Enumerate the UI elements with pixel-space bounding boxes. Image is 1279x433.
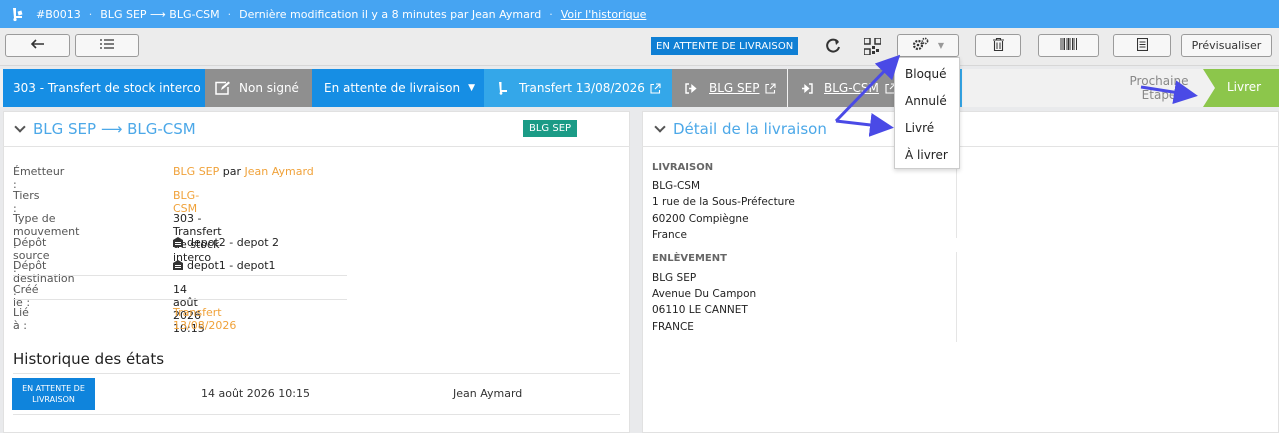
- history-user: Jean Aymard: [453, 387, 523, 400]
- menu-item-blocked[interactable]: Bloqué: [905, 67, 947, 81]
- pickup-name-link[interactable]: BLG SEP: [652, 272, 696, 284]
- toolbar: EN ATTENTE DE LIVRAISON ▼ Prévisualiser: [0, 28, 1279, 66]
- divider: [13, 299, 347, 300]
- preview-button[interactable]: Prévisualiser: [1181, 34, 1272, 57]
- emitter-org-link[interactable]: BLG SEP: [173, 165, 219, 178]
- truck-icon: [10, 6, 26, 22]
- divider: [13, 414, 620, 415]
- deliver-button[interactable]: Livrer: [1203, 69, 1279, 107]
- panel-title: Détail de la livraison: [673, 120, 827, 138]
- document-icon: [1136, 37, 1148, 54]
- state-dropdown[interactable]: En attente de livraison ▼: [312, 69, 484, 107]
- gears-icon: [912, 37, 934, 54]
- warehouse-icon: [173, 260, 183, 270]
- signature-label: Non signé: [239, 81, 299, 95]
- top-bar: #B0013 · BLG SEP ⟶ BLG-CSM · Dernière mo…: [0, 0, 1279, 28]
- history-date: 14 août 2026 10:15: [201, 387, 310, 400]
- field-value: depot2 - depot 2: [173, 236, 279, 249]
- emitter-person-link[interactable]: Jean Aymard: [245, 165, 314, 178]
- external-link-icon: [765, 82, 777, 94]
- field-label: Lié à :: [13, 306, 29, 332]
- pickup-address-line: 06110 LE CANNET: [652, 304, 748, 316]
- settings-dropdown-button[interactable]: ▼: [897, 34, 959, 57]
- site-badge: BLG SEP: [523, 120, 578, 137]
- divider: [13, 275, 347, 276]
- barcode-icon: [1060, 38, 1078, 53]
- destination-depot-value: depot1 - depot1: [187, 259, 276, 272]
- document-route: BLG SEP ⟶ BLG-CSM: [100, 7, 220, 21]
- caret-down-icon: ▼: [937, 41, 945, 50]
- list-button[interactable]: [75, 34, 139, 57]
- by-text: par: [222, 165, 242, 178]
- divider: [3, 146, 630, 147]
- linked-transfer-segment[interactable]: Transfert 13/08/2026: [484, 69, 672, 107]
- divider: [956, 252, 957, 342]
- separator: ·: [227, 7, 232, 21]
- source-site-segment[interactable]: BLG SEP: [672, 69, 787, 107]
- menu-item-delivered[interactable]: Livré: [905, 121, 934, 135]
- delivery-address-line: France: [652, 229, 687, 241]
- state-label: En attente de livraison: [324, 81, 461, 95]
- delivery-heading: LIVRAISON: [652, 162, 714, 173]
- pickup-address-line: FRANCE: [652, 321, 694, 333]
- divider: [13, 373, 620, 374]
- history-link[interactable]: Voir l'historique: [561, 8, 647, 21]
- delivery-address-line: 1 rue de la Sous-Préfecture: [652, 196, 795, 208]
- trash-icon: [992, 37, 1004, 54]
- separator: ·: [88, 7, 93, 21]
- field-value: BLG SEP par Jean Aymard: [173, 165, 314, 178]
- document-button[interactable]: [1113, 34, 1171, 57]
- refresh-icon[interactable]: [823, 36, 843, 56]
- transfer-label: Transfert 13/08/2026: [519, 81, 645, 95]
- menu-item-cancelled[interactable]: Annulé: [905, 94, 947, 108]
- linked-transfer-link[interactable]: Transfert 13/08/2026: [173, 306, 236, 332]
- destination-site-label: BLG-CSM: [824, 81, 879, 95]
- external-link-icon: [650, 82, 661, 94]
- status-badge: EN ATTENTE DE LIVRAISON: [651, 37, 799, 55]
- delivery-detail-panel: [642, 111, 1279, 433]
- settings-dropdown-menu: Bloqué Annulé Livré À livrer: [894, 57, 960, 169]
- back-button[interactable]: [5, 34, 70, 57]
- document-type-segment: 303 - Transfert de stock interco: [3, 69, 205, 107]
- field-value: depot1 - depot1: [173, 259, 276, 272]
- qr-code-icon[interactable]: [862, 36, 882, 56]
- delivery-address-line: 60200 Compiègne: [652, 213, 749, 225]
- deliver-button-label: Livrer: [1227, 80, 1262, 94]
- source-depot-value: depot2 - depot 2: [187, 236, 280, 249]
- destination-site-segment[interactable]: BLG-CSM: [788, 69, 896, 107]
- caret-down-icon: ▼: [468, 83, 475, 93]
- source-site-label: BLG SEP: [709, 81, 760, 95]
- history-state-badge: EN ATTENTE DE LIVRAISON: [12, 378, 95, 410]
- pickup-heading: ENLÈVEMENT: [652, 253, 727, 264]
- divider: [642, 146, 1279, 147]
- panel-title: BLG SEP ⟶ BLG-CSM: [33, 120, 196, 138]
- sign-out-icon: [685, 82, 697, 94]
- list-icon: [100, 39, 114, 52]
- pickup-address-line: Avenue Du Campon: [652, 288, 757, 300]
- field-label: Émetteur :: [13, 165, 65, 191]
- panel-header[interactable]: BLG SEP ⟶ BLG-CSM: [14, 120, 196, 138]
- transfer-info-panel: [3, 111, 630, 433]
- chevron-down-icon: [654, 121, 666, 133]
- chevron-down-icon: [14, 121, 26, 133]
- last-modified: Dernière modification il y a 8 minutes p…: [239, 7, 542, 21]
- status-ribbon: 303 - Transfert de stock interco Non sig…: [0, 69, 1279, 107]
- signature-segment[interactable]: Non signé: [205, 69, 312, 107]
- separator: ·: [549, 7, 553, 21]
- truck-icon: [498, 81, 510, 95]
- document-ref: #B0013: [36, 7, 81, 21]
- menu-item-to-deliver[interactable]: À livrer: [905, 148, 948, 162]
- back-arrow-icon: [30, 39, 45, 52]
- warehouse-icon: [173, 237, 183, 247]
- edit-icon: [215, 81, 231, 95]
- delivery-name-link[interactable]: BLG-CSM: [652, 180, 700, 192]
- delete-button[interactable]: [975, 34, 1021, 57]
- barcode-button[interactable]: [1038, 34, 1099, 57]
- next-step-label: Prochaine Étape: [1129, 74, 1189, 102]
- sign-in-icon: [801, 82, 813, 94]
- history-title: Historique des états: [13, 350, 165, 368]
- panel-header[interactable]: Détail de la livraison: [654, 120, 827, 138]
